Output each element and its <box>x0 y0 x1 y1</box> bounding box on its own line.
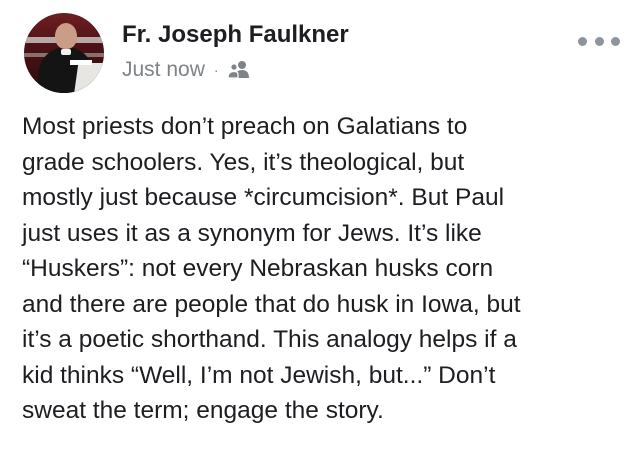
avatar-lectern <box>73 63 104 93</box>
avatar-clerical-collar <box>61 49 71 55</box>
post-timestamp[interactable]: Just now <box>122 57 205 83</box>
author-name[interactable]: Fr. Joseph Faulkner <box>122 20 349 50</box>
meta-separator: · <box>213 62 219 78</box>
facebook-post: Fr. Joseph Faulkner Just now · Most prie… <box>0 0 640 449</box>
post-meta: Just now · <box>122 57 251 83</box>
avatar-paper <box>70 60 92 65</box>
post-body: Most priests don’t preach on Galatians t… <box>22 113 521 424</box>
more-options-dot-2 <box>594 36 604 46</box>
more-options-dot-1 <box>578 36 587 46</box>
more-options-dot-3 <box>611 36 620 46</box>
more-options-icon[interactable] <box>578 34 620 48</box>
friends-icon[interactable] <box>226 60 251 80</box>
author-avatar[interactable] <box>24 13 104 93</box>
avatar-figure-head <box>55 23 77 49</box>
